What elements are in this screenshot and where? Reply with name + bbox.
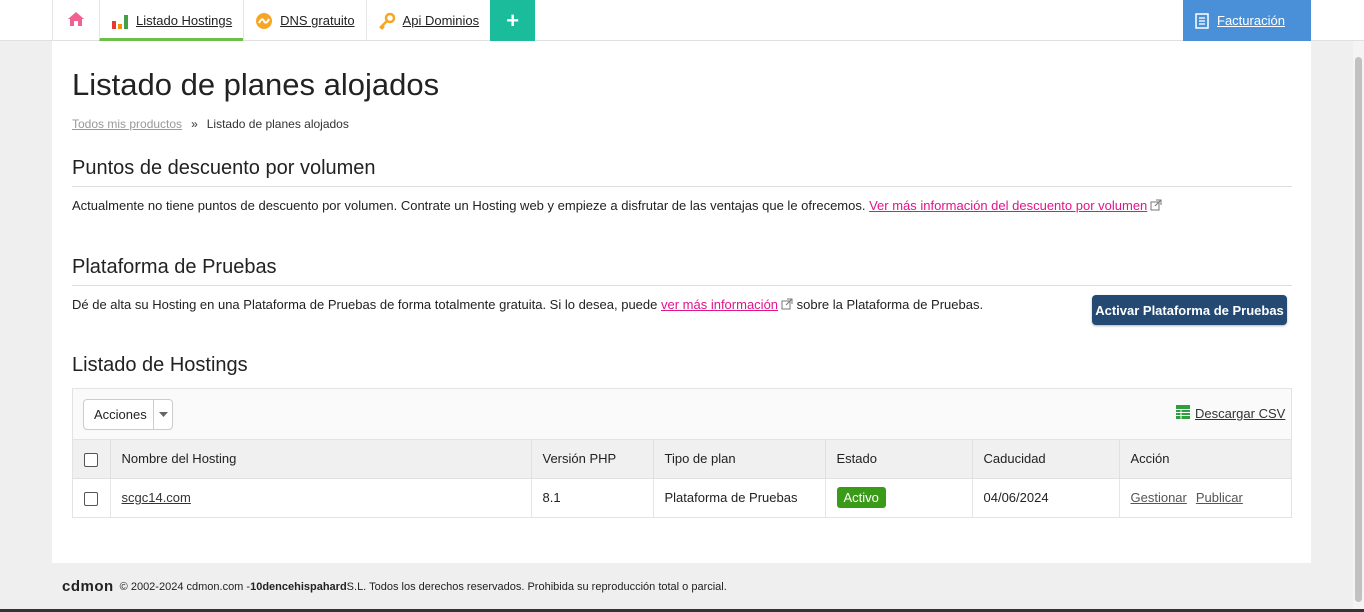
footer: cdmon © 2002-2024 cdmon.com - 10dencehis… <box>62 578 727 595</box>
page-title: Listado de planes alojados <box>72 67 440 102</box>
billing-button[interactable]: Facturación <box>1183 0 1311 41</box>
manage-link[interactable]: Gestionar <box>1131 490 1187 505</box>
column-header-php: Versión PHP <box>531 440 654 479</box>
php-version-cell: 8.1 <box>531 478 654 517</box>
hostings-table: Nombre del Hosting Versión PHP Tipo de p… <box>73 440 1291 517</box>
testing-section-title: Plataforma de Pruebas <box>72 256 277 278</box>
external-link-icon <box>781 298 793 313</box>
table-row: scgc14.com 8.1 Plataforma de Pruebas Act… <box>73 478 1291 517</box>
row-select-cell <box>73 478 111 517</box>
footer-copyright: © 2002-2024 cdmon.com - <box>119 580 251 593</box>
column-header-action: Acción <box>1119 440 1291 479</box>
discount-info-link[interactable]: Ver más información del descuento por vo… <box>869 198 1147 213</box>
publish-link[interactable]: Publicar <box>1196 490 1243 505</box>
download-csv-label: Descargar CSV <box>1195 406 1286 421</box>
nav-tab-label: Listado Hostings <box>136 13 233 28</box>
discount-description: Actualmente no tiene puntos de descuento… <box>72 198 870 213</box>
add-product-button[interactable]: + <box>490 0 536 41</box>
actions-dropdown[interactable]: Acciones <box>83 399 173 430</box>
home-icon <box>67 11 85 30</box>
hosting-name-link[interactable]: scgc14.com <box>122 490 191 505</box>
select-all-cell <box>73 440 111 479</box>
bar-chart-icon <box>111 13 129 29</box>
divider <box>72 285 1292 286</box>
testing-info-link[interactable]: ver más información <box>661 297 778 312</box>
status-badge: Activo <box>836 487 886 509</box>
discount-section-title: Puntos de descuento por volumen <box>72 157 376 179</box>
breadcrumb-separator: » <box>191 117 198 131</box>
vertical-scrollbar[interactable] <box>1353 41 1364 612</box>
breadcrumb: Todos mis productos » Listado de planes al… <box>72 117 349 131</box>
divider <box>72 186 1292 187</box>
billing-label: Facturación <box>1217 13 1285 28</box>
select-all-checkbox[interactable] <box>84 452 98 467</box>
nav-tab-api-dominios[interactable]: Api Dominios <box>365 0 491 41</box>
top-navigation-bar: Listado Hostings DNS gratuito Api Domini… <box>0 0 1364 41</box>
download-csv-button[interactable]: Descargar CSV <box>1175 404 1285 423</box>
discount-text: Actualmente no tiene puntos de descuento… <box>72 198 1162 214</box>
testing-text: Dé de alta su Hosting en una Plataforma … <box>72 297 983 313</box>
row-checkbox[interactable] <box>84 491 98 506</box>
column-header-expiry: Caducidad <box>972 440 1120 479</box>
status-cell: Activo <box>825 478 973 517</box>
hostings-table-container: Acciones Descargar CSV Nombre del Hostin… <box>72 388 1292 518</box>
key-icon <box>378 12 396 30</box>
nav-tab-dns-gratuito[interactable]: DNS gratuito <box>243 0 365 41</box>
dns-icon <box>255 12 273 30</box>
footer-company: 10dencehispahard <box>250 580 347 593</box>
spreadsheet-icon <box>1175 404 1191 423</box>
activate-testing-platform-button[interactable]: Activar Plataforma de Pruebas <box>1092 295 1287 325</box>
invoice-icon <box>1195 12 1209 29</box>
external-link-icon <box>1150 199 1162 214</box>
scrollbar-thumb[interactable] <box>1355 57 1362 602</box>
table-toolbar: Acciones Descargar CSV <box>73 389 1291 440</box>
plan-type-cell: Plataforma de Pruebas <box>653 478 826 517</box>
testing-description-end: sobre la Plataforma de Pruebas. <box>793 297 984 312</box>
footer-rights: S.L. Todos los derechos reservados. Proh… <box>346 580 727 593</box>
hostings-section-title: Listado de Hostings <box>72 354 248 376</box>
breadcrumb-current: Listado de planes alojados <box>206 117 349 131</box>
testing-description: Dé de alta su Hosting en una Plataforma … <box>72 297 661 312</box>
nav-tab-label: Api Dominios <box>402 13 480 28</box>
home-button[interactable] <box>52 0 99 41</box>
breadcrumb-root-link[interactable]: Todos mis productos <box>72 117 182 131</box>
main-panel: Listado de planes alojados Todos mis pro… <box>52 41 1311 563</box>
main-nav: Listado Hostings DNS gratuito Api Domini… <box>52 0 536 41</box>
chevron-down-icon <box>153 400 172 429</box>
action-cell: Gestionar Publicar <box>1119 478 1291 517</box>
column-header-name: Nombre del Hosting <box>110 440 532 479</box>
column-header-status: Estado <box>825 440 973 479</box>
table-header-row: Nombre del Hosting Versión PHP Tipo de p… <box>73 440 1291 479</box>
nav-tab-label: DNS gratuito <box>280 13 355 28</box>
nav-tab-listado-hostings[interactable]: Listado Hostings <box>99 0 244 41</box>
hosting-name-cell: scgc14.com <box>110 478 532 517</box>
column-header-plan: Tipo de plan <box>653 440 826 479</box>
cdmon-logo: cdmon <box>62 578 114 595</box>
actions-dropdown-label: Acciones <box>94 407 147 422</box>
expiry-cell: 04/06/2024 <box>972 478 1120 517</box>
